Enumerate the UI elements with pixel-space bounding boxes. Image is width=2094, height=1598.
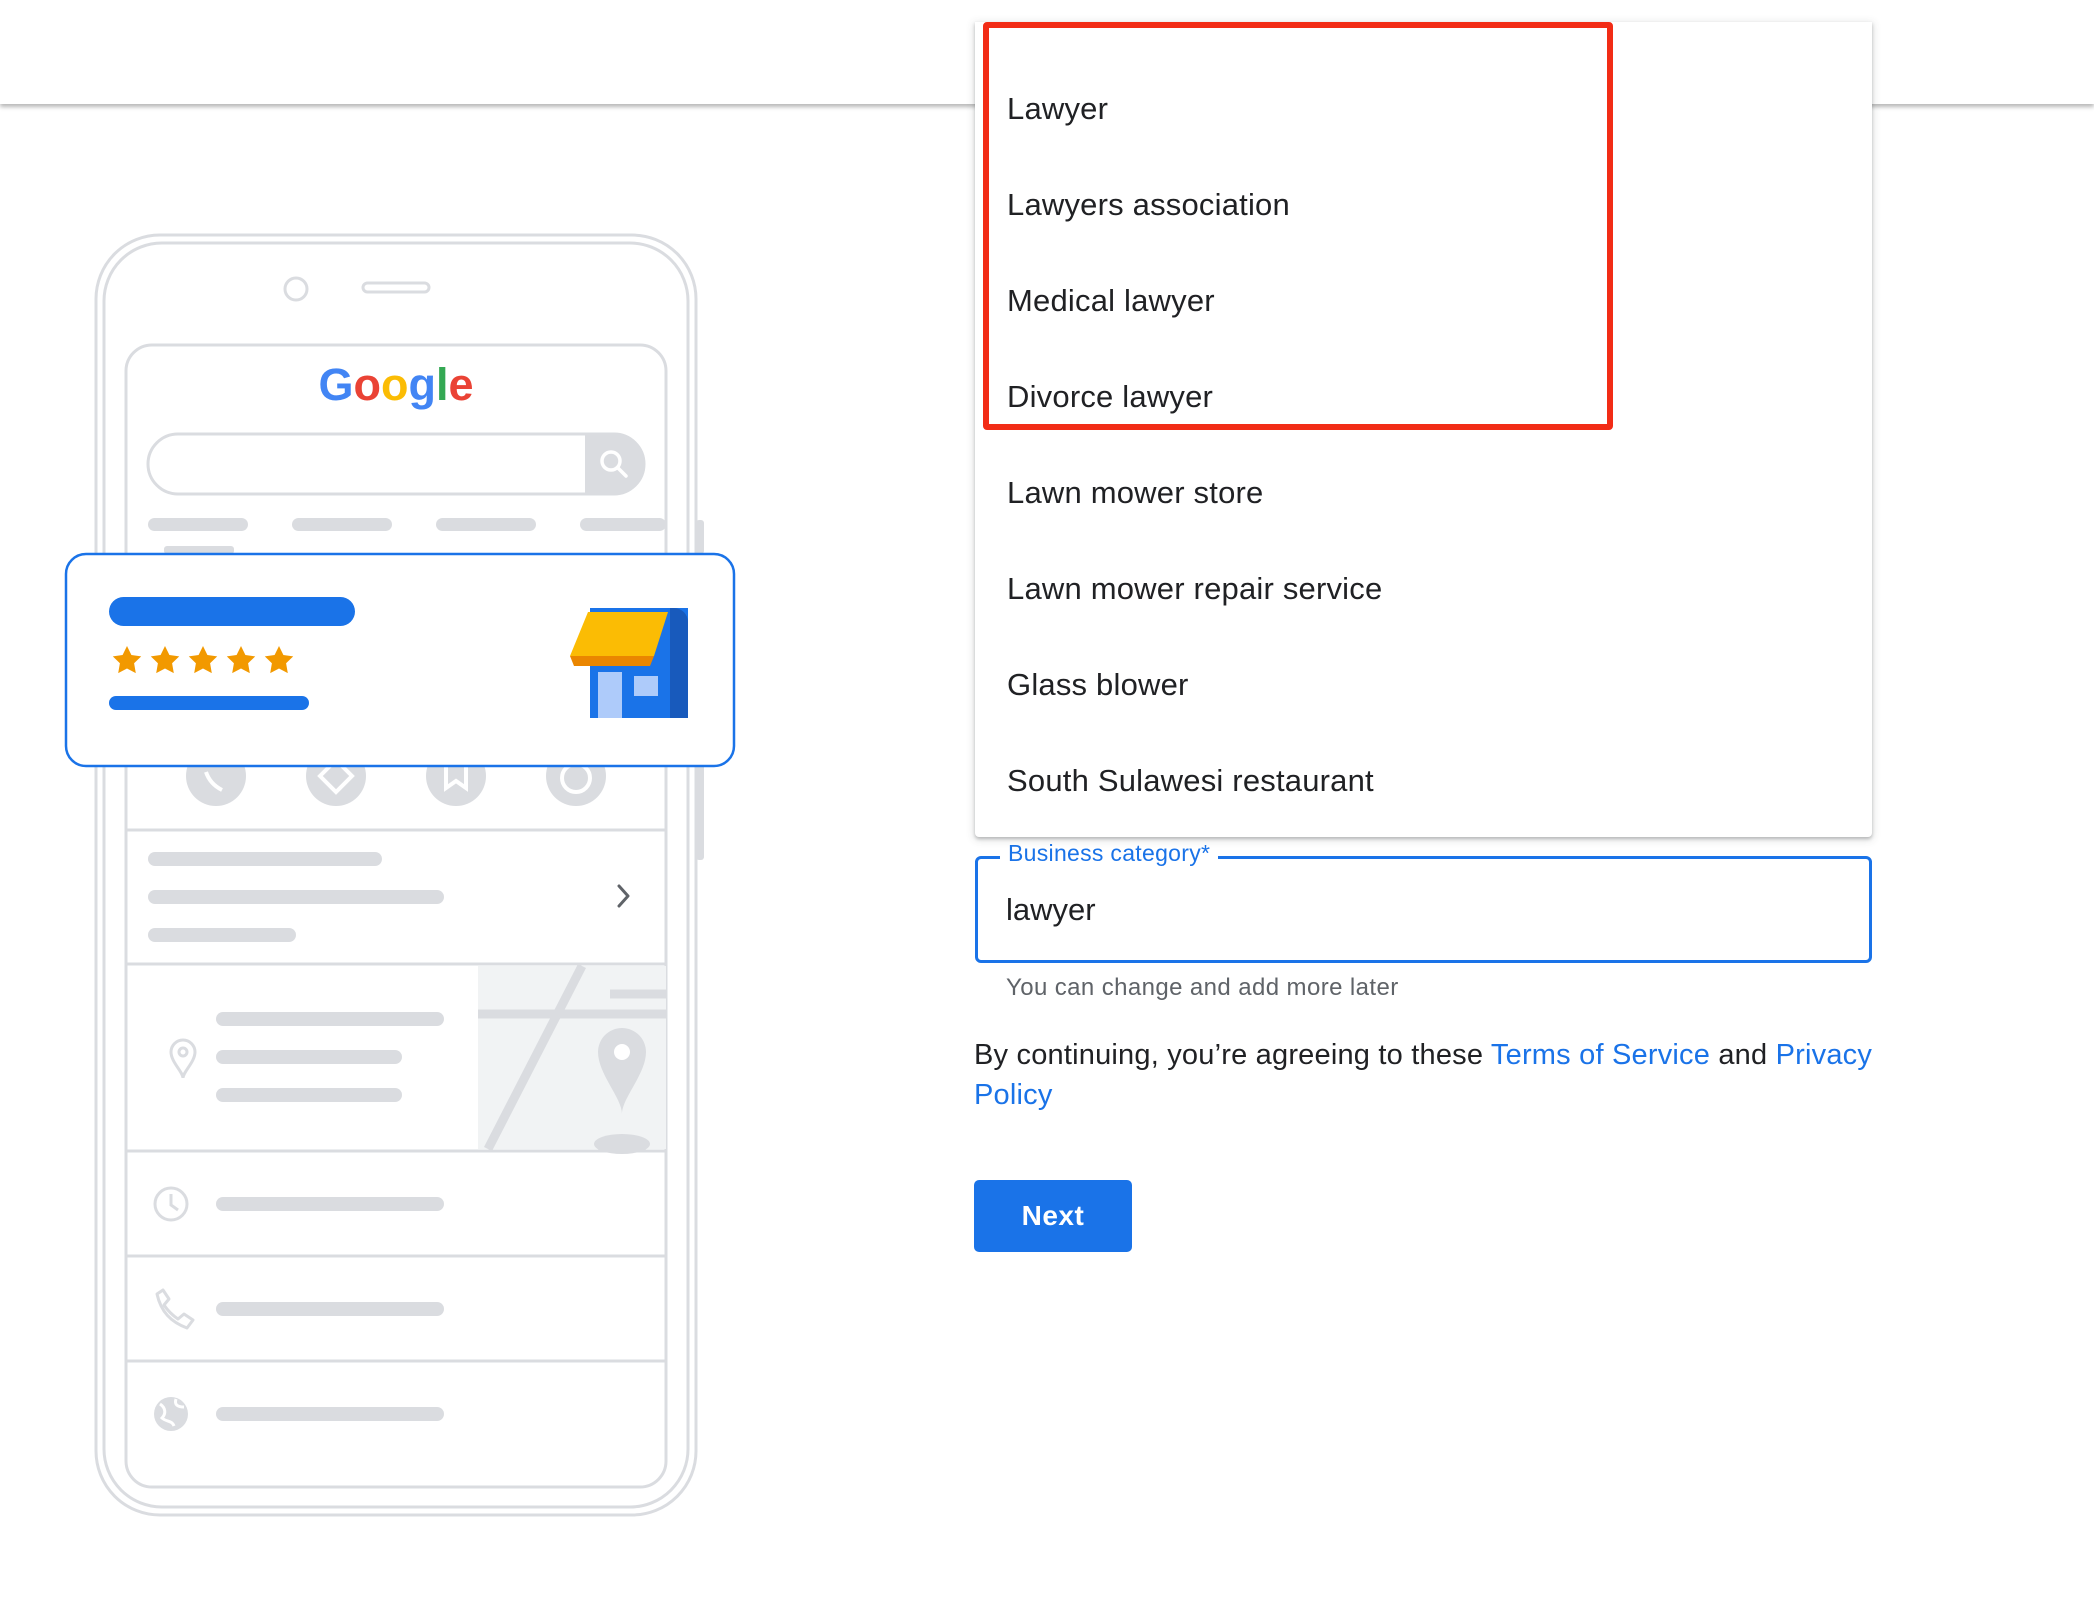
business-name-bar: [109, 597, 355, 626]
business-detail-bar: [109, 696, 309, 710]
search-bar: [146, 432, 646, 496]
business-category-label: Business category*: [1000, 840, 1219, 867]
next-button[interactable]: Next: [974, 1180, 1132, 1252]
suggestion-item-divorce-lawyer[interactable]: Divorce lawyer: [975, 349, 1872, 445]
business-profile-illustration: Google: [64, 233, 736, 1517]
website-globe-icon: [154, 1397, 188, 1431]
suggestion-item-medical-lawyer[interactable]: Medical lawyer: [975, 253, 1872, 349]
suggestion-item-lawyer[interactable]: Lawyer: [975, 61, 1872, 157]
google-logo: Google: [318, 359, 473, 410]
suggestion-item-lawn-mower-repair-service[interactable]: Lawn mower repair service: [975, 541, 1872, 637]
business-category-field[interactable]: Business category*: [975, 840, 1872, 963]
category-suggestions-dropdown: Lawyer Lawyers association Medical lawye…: [975, 22, 1872, 837]
business-category-input[interactable]: [1006, 885, 1826, 935]
terms-of-service-link[interactable]: Terms of Service: [1491, 1039, 1710, 1071]
suggestion-item-glass-blower[interactable]: Glass blower: [975, 637, 1872, 733]
suggestion-item-lawyers-association[interactable]: Lawyers association: [975, 157, 1872, 253]
suggestion-item-south-sulawesi-restaurant[interactable]: South Sulawesi restaurant: [975, 733, 1872, 829]
suggestion-item-lawn-mower-store[interactable]: Lawn mower store: [975, 445, 1872, 541]
terms-text: By continuing, you’re agreeing to these …: [974, 1035, 1874, 1115]
helper-text: You can change and add more later: [1006, 974, 1399, 1001]
terms-and: and: [1710, 1039, 1776, 1071]
terms-prefix: By continuing, you’re agreeing to these: [974, 1039, 1491, 1071]
